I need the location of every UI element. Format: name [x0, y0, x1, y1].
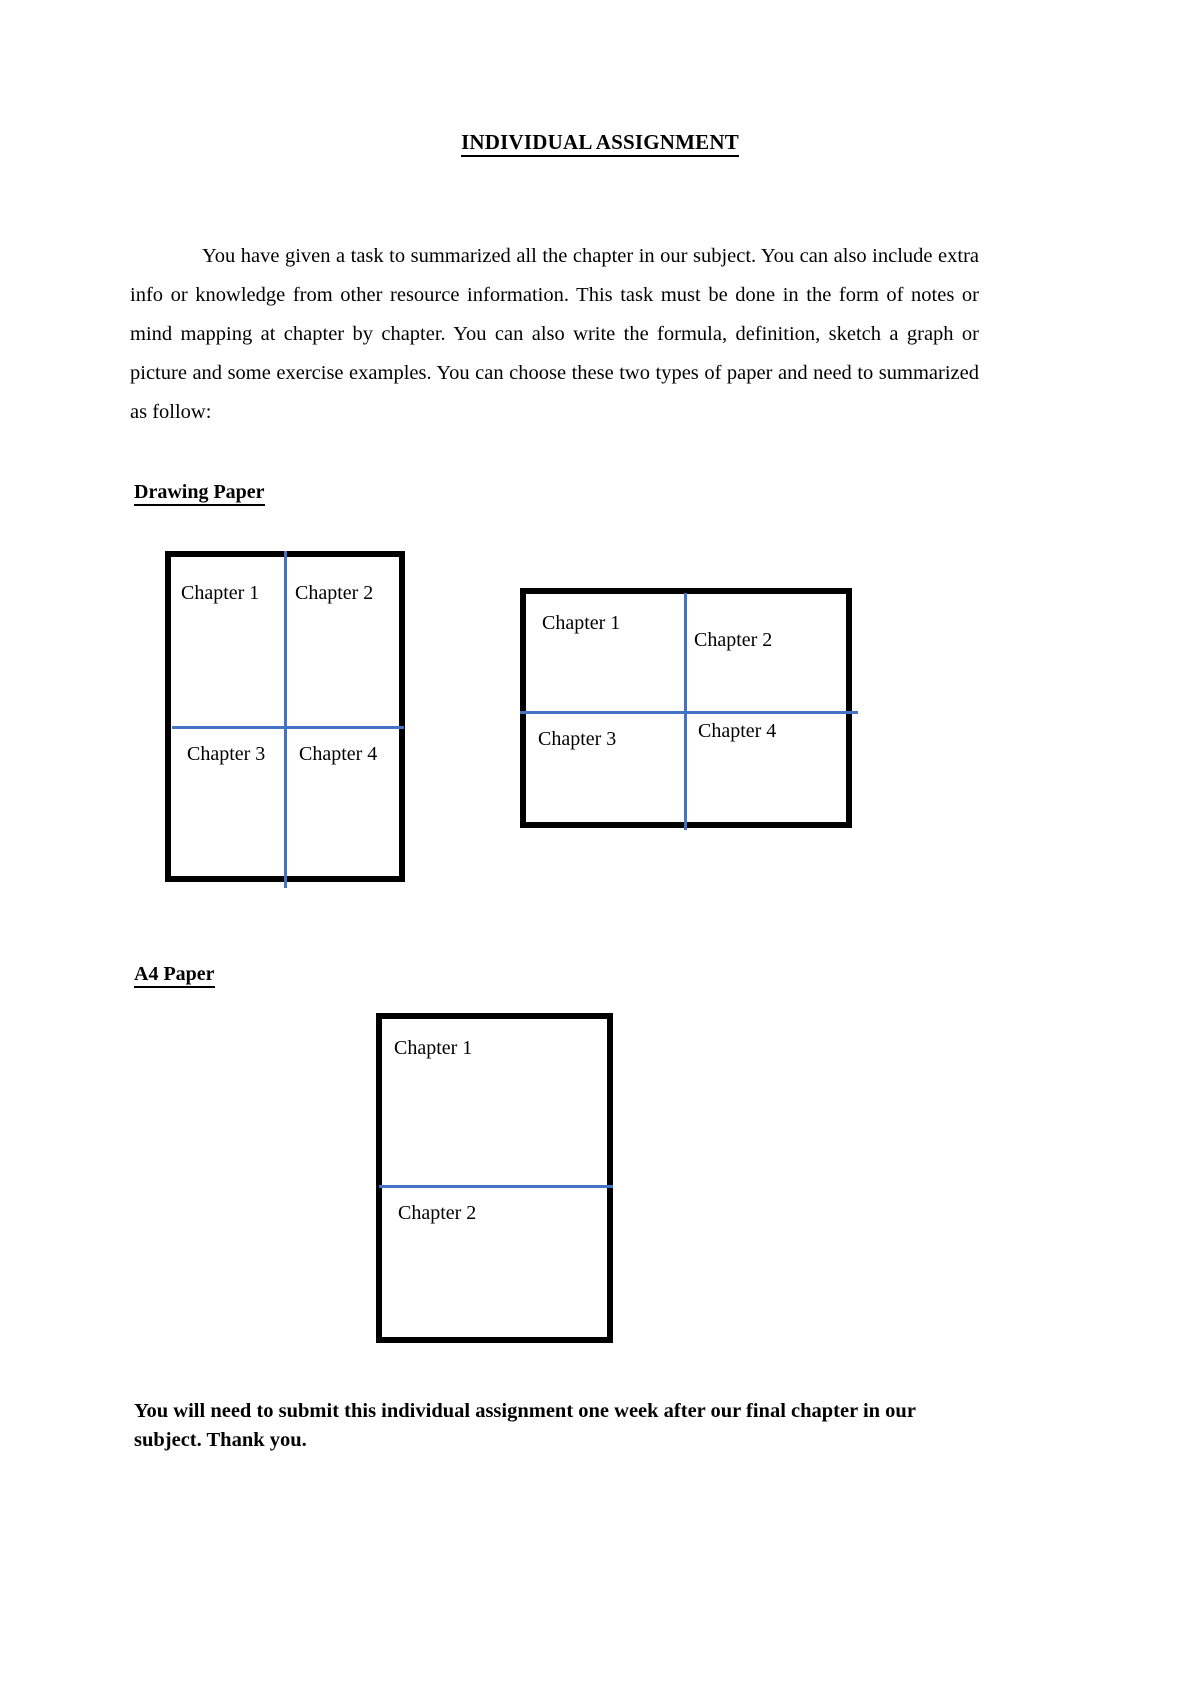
- section-heading-a4-paper: A4 Paper: [134, 963, 215, 988]
- paper-cell-label: Chapter 2: [295, 582, 374, 604]
- page-title-text: INDIVIDUAL ASSIGNMENT: [461, 130, 739, 157]
- section-heading-a4-paper-text: A4 Paper: [134, 963, 215, 988]
- paper-cell-label: Chapter 1: [181, 582, 260, 604]
- section-heading-drawing-paper: Drawing Paper: [134, 481, 265, 506]
- paper-cell-label: Chapter 4: [299, 743, 378, 765]
- paper-diagram-a4-portrait: Chapter 1 Chapter 2: [376, 1013, 613, 1343]
- divider-horizontal: [172, 726, 404, 729]
- paper-cell-label: Chapter 4: [698, 720, 777, 742]
- paper-cell-label: Chapter 1: [394, 1037, 473, 1059]
- paper-cell-label: Chapter 3: [187, 743, 266, 765]
- divider-vertical: [283, 551, 287, 888]
- paper-cell-label: Chapter 2: [694, 629, 773, 651]
- intro-paragraph: You have given a task to summarized all …: [130, 244, 979, 423]
- paper-cell-label: Chapter 1: [542, 612, 621, 634]
- document-page: INDIVIDUAL ASSIGNMENT You have given a t…: [0, 0, 1200, 1697]
- paper-diagram-drawing-landscape: Chapter 1 Chapter 2 Chapter 3 Chapter 4: [520, 588, 858, 830]
- paper-cell-label: Chapter 3: [538, 728, 617, 750]
- divider-horizontal: [379, 1185, 613, 1188]
- page-title: INDIVIDUAL ASSIGNMENT: [0, 130, 1200, 157]
- divider-horizontal: [520, 711, 858, 714]
- paper-diagram-drawing-portrait: Chapter 1 Chapter 2 Chapter 3 Chapter 4: [165, 551, 405, 888]
- section-heading-drawing-paper-text: Drawing Paper: [134, 481, 265, 506]
- paper-cell-label: Chapter 2: [398, 1202, 477, 1224]
- closing-note: You will need to submit this individual …: [134, 1399, 916, 1451]
